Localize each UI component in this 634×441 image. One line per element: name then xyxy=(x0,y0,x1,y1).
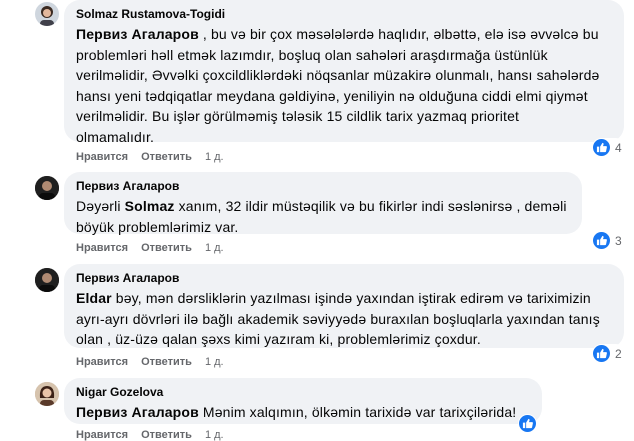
like-button[interactable]: Нравится xyxy=(76,242,128,254)
comment-bubble: Первиз Агаларов Eldar bəy, mən dərsliklə… xyxy=(64,264,624,348)
comment-line: Eldar bəy, mən dərsliklərin yazılması iş… xyxy=(76,290,591,306)
timestamp[interactable]: 1 д. xyxy=(205,429,224,441)
like-button[interactable]: Нравится xyxy=(76,151,128,163)
reply-button[interactable]: Ответить xyxy=(141,151,192,163)
comment-text: Первиз Агаларов Mənim xalqımın, ölkəmin … xyxy=(76,402,530,423)
like-icon xyxy=(593,139,610,156)
reaction-number: 4 xyxy=(615,140,622,155)
reply-button[interactable]: Ответить xyxy=(141,356,192,368)
like-button[interactable]: Нравится xyxy=(76,356,128,368)
reaction-count[interactable]: 3 xyxy=(592,231,625,250)
mention-link[interactable]: Solmaz xyxy=(125,198,175,214)
reaction-count[interactable]: 2 xyxy=(592,344,625,363)
comment-line: Первиз Агаларов Mənim xalqımın, ölkəmin … xyxy=(76,404,517,420)
like-icon xyxy=(519,415,536,432)
comment-line: olmamalıdır. xyxy=(76,128,155,145)
avatar[interactable] xyxy=(35,176,59,200)
comment-line: olan , üz-üzə qalan şəxs kimi yazıram ki… xyxy=(76,331,481,347)
comment-author[interactable]: Nigar Gozelova xyxy=(76,384,530,400)
comment-text: Dəyərli Solmaz xanım, 32 ildir müstəqili… xyxy=(76,196,570,237)
reaction-count[interactable] xyxy=(518,414,537,433)
comment-actions: Нравится Ответить 1 д. xyxy=(76,242,224,254)
mention-link[interactable]: Первиз Агаларов xyxy=(76,404,199,420)
comment-line: verilməlidir. Bu işlər görülməmiş tələsi… xyxy=(76,108,520,124)
comment-line: Первиз Агаларов , bu və bir çox məsələlə… xyxy=(76,26,599,42)
comment-bubble: Solmaz Rustamova-Togidi Первиз Агаларов … xyxy=(64,0,624,145)
timestamp[interactable]: 1 д. xyxy=(205,242,224,254)
reaction-count[interactable]: 4 xyxy=(592,138,625,157)
comment-text: Первиз Агаларов , bu və bir çox məsələlə… xyxy=(76,24,612,147)
reaction-number: 2 xyxy=(615,346,622,361)
avatar[interactable] xyxy=(35,382,59,406)
comment-line: böyük problemlərimiz var. xyxy=(76,218,239,235)
comment-line: ayrı-ayrı dövrləri ilə bağlı akademik sə… xyxy=(76,310,600,327)
comment-text: Eldar bəy, mən dərsliklərin yazılması iş… xyxy=(76,288,612,350)
like-button[interactable]: Нравится xyxy=(76,429,128,441)
comment-line: verilməlidir, Əvvəlki çoxcildliklərdəki … xyxy=(76,67,600,83)
like-icon xyxy=(593,345,610,362)
reply-button[interactable]: Ответить xyxy=(141,429,192,441)
mention-link[interactable]: Первиз Агаларов xyxy=(76,26,199,42)
comment-bubble: Nigar Gozelova Первиз Агаларов Mənim xal… xyxy=(64,378,542,424)
comment-author[interactable]: Первиз Агаларов xyxy=(76,178,570,194)
reply-button[interactable]: Ответить xyxy=(141,242,192,254)
reaction-number: 3 xyxy=(615,233,622,248)
avatar[interactable] xyxy=(35,2,59,26)
like-icon xyxy=(593,232,610,249)
comment-actions: Нравится Ответить 1 д. xyxy=(76,429,224,441)
comment-bubble: Первиз Агаларов Dəyərli Solmaz xanım, 32… xyxy=(64,172,582,237)
comment-actions: Нравится Ответить 1 д. xyxy=(76,151,224,163)
comment-actions: Нравится Ответить 1 д. xyxy=(76,356,224,368)
comment-author[interactable]: Первиз Агаларов xyxy=(76,270,612,286)
comment-line: Dəyərli Solmaz xanım, 32 ildir müstəqili… xyxy=(76,198,567,214)
avatar[interactable] xyxy=(35,268,59,292)
timestamp[interactable]: 1 д. xyxy=(205,356,224,368)
timestamp[interactable]: 1 д. xyxy=(205,151,224,163)
comment-line: hansı yeni tədqiqatlar meydana gəldiyinə… xyxy=(76,87,588,104)
comment-author[interactable]: Solmaz Rustamova-Togidi xyxy=(76,6,612,22)
mention-link[interactable]: Eldar xyxy=(76,290,112,306)
comment-line: problemləri həll etmək lazımdır, boşluq … xyxy=(76,46,548,63)
